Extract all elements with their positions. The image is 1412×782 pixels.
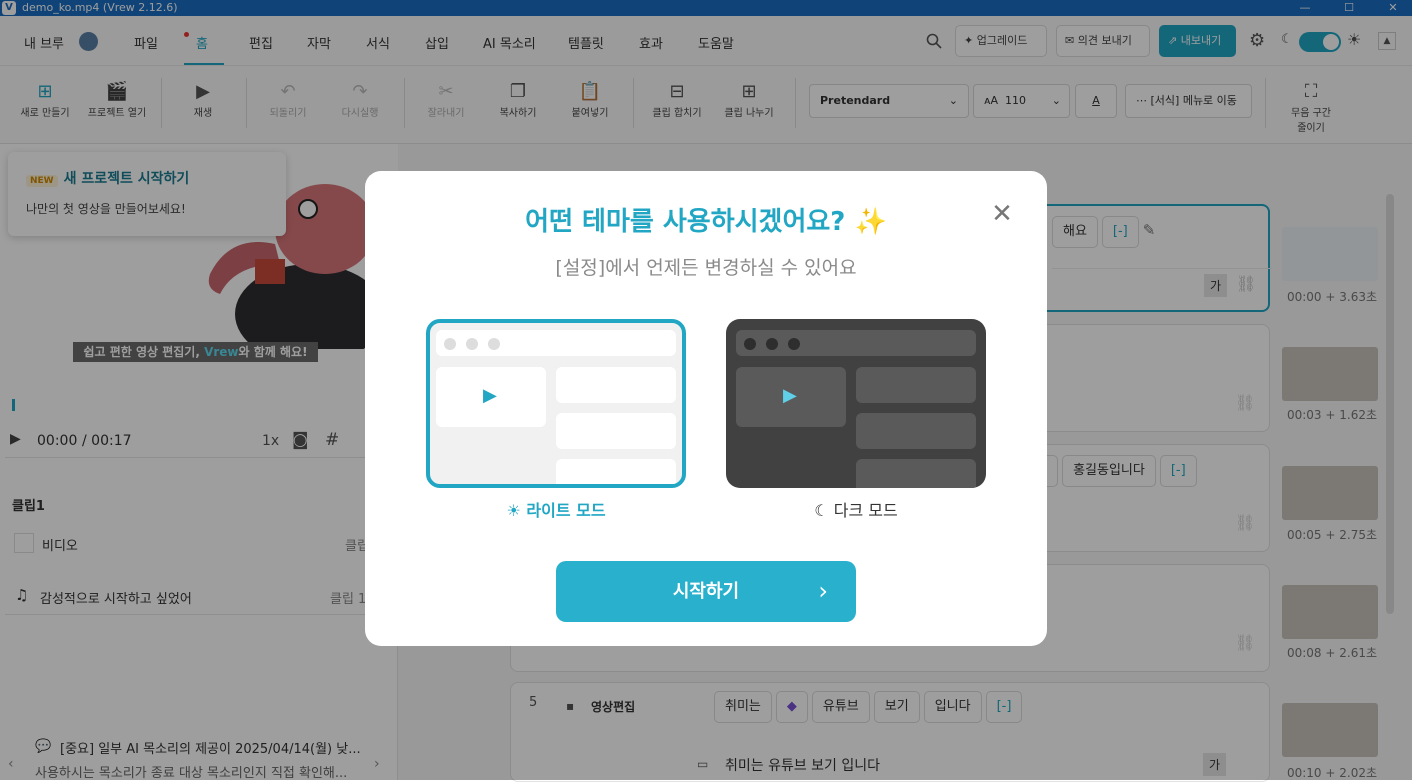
light-mode-label[interactable]: ☀ 라이트 모드 (426, 497, 686, 521)
theme-select-dialog: 어떤 테마를 사용하시겠어요? ✨ [설정]에서 언제든 변경하실 수 있어요 … (365, 171, 1047, 646)
dark-mode-option[interactable]: ▶ (726, 319, 986, 488)
dark-mode-label[interactable]: ☾ 다크 모드 (726, 497, 986, 521)
start-button[interactable]: 시작하기 › (556, 561, 856, 622)
close-icon[interactable]: ✕ (989, 201, 1015, 227)
dialog-title: 어떤 테마를 사용하시겠어요? ✨ (525, 207, 887, 237)
sparkle-icon: ✨ (854, 207, 887, 237)
dialog-subtitle: [설정]에서 언제든 변경하실 수 있어요 (555, 257, 857, 279)
light-mode-option[interactable]: ▶ (426, 319, 686, 488)
chevron-right-icon: › (818, 577, 828, 605)
play-icon: ▶ (483, 385, 497, 406)
sun-icon: ☀ (506, 501, 527, 520)
play-icon: ▶ (783, 385, 797, 406)
moon-icon: ☾ (814, 501, 834, 520)
